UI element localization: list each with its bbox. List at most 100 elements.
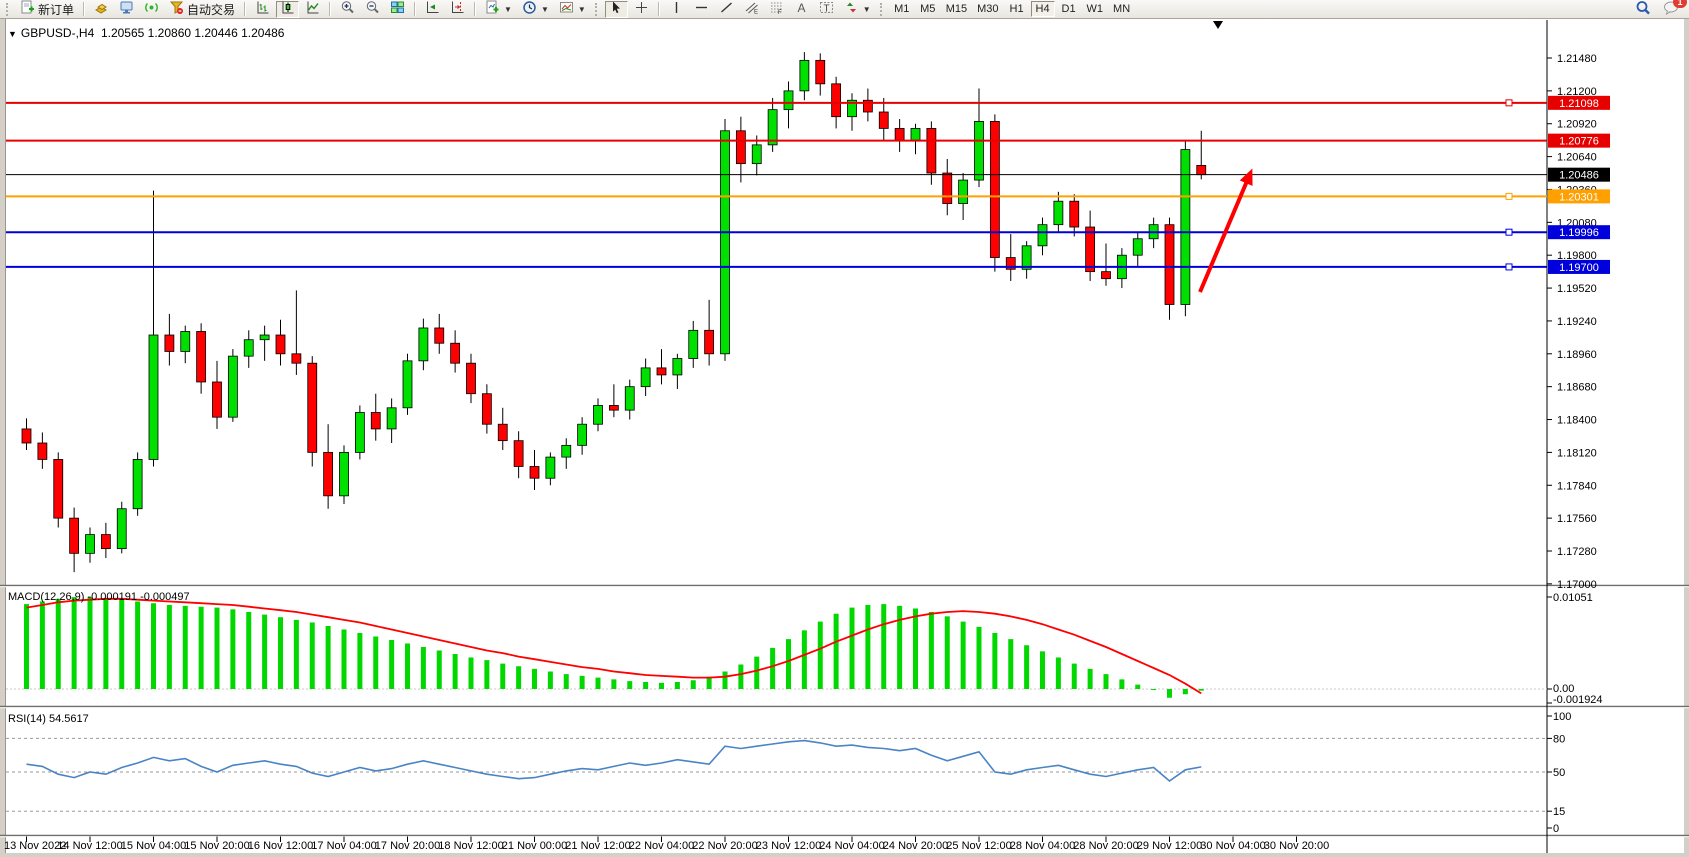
crosshair-button[interactable] (630, 1, 653, 18)
separator (83, 2, 85, 16)
candle-body (911, 128, 920, 140)
candle-body (355, 412, 364, 452)
arrow-shapes-button[interactable]: ▼ (840, 1, 875, 18)
macd-bar (88, 597, 93, 689)
line-chart-button[interactable] (301, 1, 324, 18)
timeframe-m1-button[interactable]: M1 (890, 1, 914, 17)
window-left-edge (0, 19, 5, 857)
candle-body (54, 459, 63, 518)
timeframe-w1-button[interactable]: W1 (1083, 1, 1108, 17)
macd-bar (484, 660, 489, 689)
candle-body (260, 335, 269, 340)
vertical-line-icon (669, 0, 684, 18)
macd-bar (437, 650, 442, 689)
hline-handle[interactable] (1506, 193, 1512, 199)
time-axis-label: 18 Nov 12:00 (438, 840, 503, 852)
text-label-button[interactable]: A (790, 1, 813, 18)
macd-bar (754, 657, 759, 689)
fibonacci-button[interactable]: F (765, 1, 788, 18)
toolbar-grip[interactable] (595, 3, 600, 16)
time-axis-label: 23 Nov 12:00 (756, 840, 821, 852)
zoom-out-button[interactable] (361, 1, 384, 18)
candle-body (721, 131, 730, 354)
macd-bar (1167, 689, 1172, 698)
separator (244, 2, 246, 16)
macd-bar (1040, 651, 1045, 689)
candlestick-chart-button[interactable] (276, 1, 299, 18)
trendline-button[interactable] (715, 1, 738, 18)
macd-bar (659, 683, 664, 689)
chart-canvas[interactable]: 1.214801.212001.209201.206401.203601.200… (0, 19, 1689, 857)
timeframe-m5-button[interactable]: M5 (916, 1, 940, 17)
indicators-icon (485, 0, 500, 18)
toolbar-grip[interactable] (880, 3, 885, 16)
rsi-axis-label: 80 (1553, 733, 1565, 745)
candle-body (324, 452, 333, 495)
macd-indicator-label: MACD(12,26,9) -0.000191 -0.000497 (8, 591, 190, 603)
macd-bar (151, 603, 156, 689)
cursor-button[interactable] (605, 1, 628, 18)
search-button[interactable] (1631, 1, 1655, 18)
trendline-icon (719, 0, 734, 18)
horizontal-line-button[interactable] (690, 1, 713, 18)
macd-bar (215, 608, 220, 689)
chart-dropdown-caret[interactable]: ▼ (8, 29, 17, 39)
candle-body (1102, 272, 1111, 279)
chat-button[interactable]: 1 (1663, 0, 1680, 18)
candle-body (308, 363, 317, 452)
signals-button[interactable] (140, 1, 163, 18)
timeframe-mn-button[interactable]: MN (1109, 1, 1134, 17)
auto-scroll-icon (425, 0, 440, 18)
periods-button[interactable]: ▼ (518, 1, 553, 18)
fibonacci-icon: F (769, 0, 784, 18)
candle-body (292, 354, 301, 363)
chart-area[interactable]: 1.214801.212001.209201.206401.203601.200… (0, 19, 1689, 857)
hline-handle[interactable] (1506, 264, 1512, 270)
tile-windows-button[interactable] (386, 1, 409, 18)
macd-bar (56, 599, 61, 689)
history-button[interactable] (90, 1, 113, 18)
horizontal-line-icon (694, 0, 709, 18)
macd-bar (913, 608, 918, 689)
macd-bar (881, 604, 886, 689)
time-axis-label: 14 Nov 12:00 (57, 840, 122, 852)
vertical-line-button[interactable] (665, 1, 688, 18)
chart-shift-button[interactable] (446, 1, 469, 18)
price-axis-label: 1.17840 (1557, 480, 1597, 492)
candle-body (70, 518, 79, 553)
candle-body (197, 331, 206, 381)
equidistant-channel-button[interactable]: E (740, 1, 763, 18)
timeframe-m30-button[interactable]: M30 (973, 1, 1002, 17)
new-order-button[interactable]: 新订单 (16, 1, 78, 18)
rsi-indicator-label: RSI(14) 54.5617 (8, 713, 89, 725)
candle-body (641, 368, 650, 387)
templates-button[interactable]: ▼ (555, 1, 590, 18)
bar-chart-button[interactable] (251, 1, 274, 18)
candle-body (482, 394, 491, 425)
bar-chart-icon (255, 0, 270, 18)
macd-bar (770, 648, 775, 689)
timeframe-m15-button[interactable]: M15 (942, 1, 971, 17)
hline-handle[interactable] (1506, 229, 1512, 235)
macd-axis-label: -0.001924 (1553, 694, 1603, 706)
hosting-button[interactable] (115, 1, 138, 18)
hline-handle[interactable] (1506, 100, 1512, 106)
autotrading-button[interactable]: 自动交易 (165, 1, 239, 18)
zoom-in-button[interactable] (336, 1, 359, 18)
indicators-button[interactable]: ▼ (481, 1, 516, 18)
macd-bar (1056, 657, 1061, 689)
candle-body (1070, 201, 1079, 227)
candle-body (832, 84, 841, 117)
auto-scroll-button[interactable] (421, 1, 444, 18)
toolbar-grip[interactable] (6, 3, 11, 16)
timeframe-h1-button[interactable]: H1 (1005, 1, 1029, 17)
timeframe-d1-button[interactable]: D1 (1057, 1, 1081, 17)
candle-body (340, 452, 349, 495)
time-axis-label: 17 Nov 20:00 (375, 840, 440, 852)
candle-body (1022, 246, 1031, 269)
candle-body (546, 457, 555, 478)
cursor-icon (609, 0, 624, 18)
timeframe-h4-button[interactable]: H4 (1031, 1, 1055, 17)
macd-bar (326, 626, 331, 689)
text-box-button[interactable]: T (815, 1, 838, 18)
